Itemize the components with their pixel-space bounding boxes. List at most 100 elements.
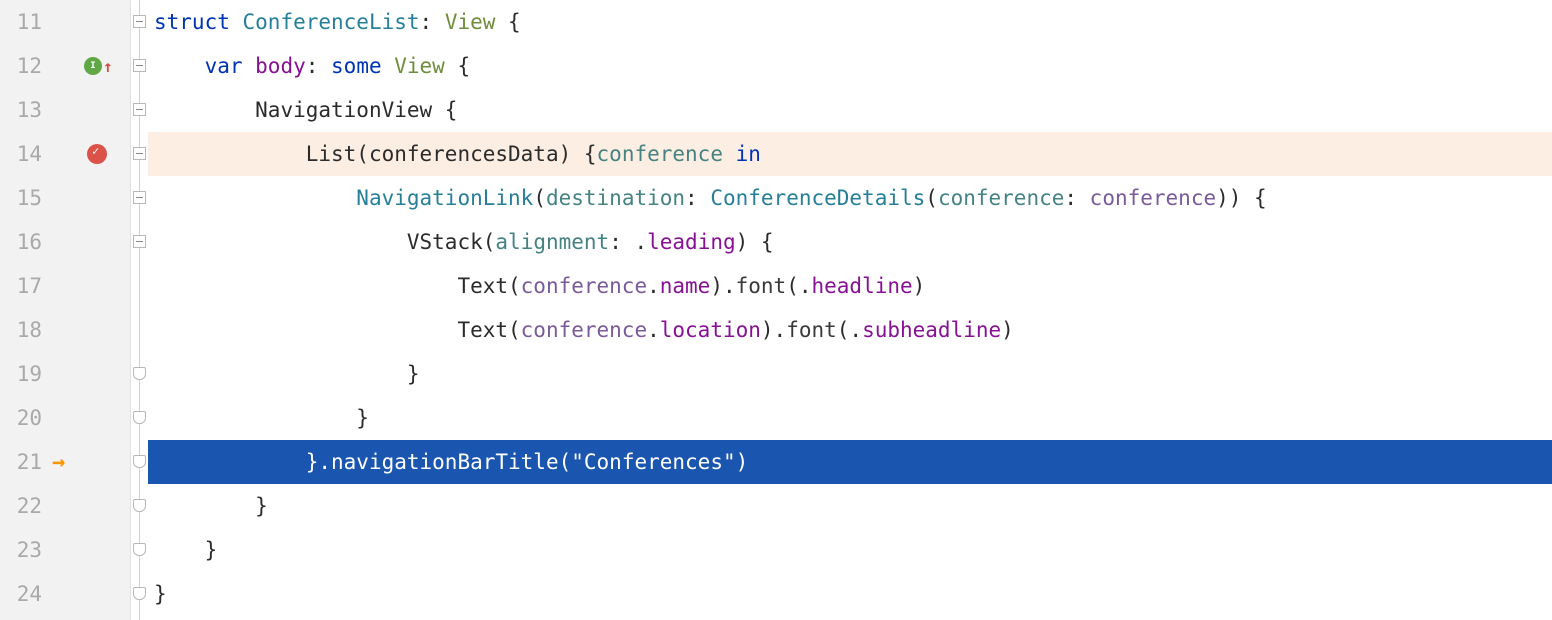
- line-number: 24: [0, 582, 48, 606]
- code-token: struct: [154, 10, 243, 34]
- code-line[interactable]: Text(conference.name).font(.headline): [148, 264, 1552, 308]
- fold-toggle-icon[interactable]: [133, 499, 146, 512]
- fold-toggle-icon[interactable]: [133, 587, 146, 600]
- fold-column: [130, 0, 148, 620]
- code-line[interactable]: }: [148, 572, 1552, 616]
- code-line[interactable]: struct ConferenceList: View {: [148, 0, 1552, 44]
- code-token: ).: [710, 274, 735, 298]
- code-token: }: [356, 406, 369, 430]
- code-line[interactable]: Text(conference.location).font(.subheadl…: [148, 308, 1552, 352]
- code-token: conference: [521, 274, 647, 298]
- code-token: Text(: [457, 274, 520, 298]
- code-token: (: [559, 450, 572, 474]
- code-token: :: [306, 54, 331, 78]
- fold-toggle-icon[interactable]: [133, 15, 146, 28]
- gutter-row[interactable]: 14: [0, 132, 130, 176]
- code-token: headline: [812, 274, 913, 298]
- code-token: var: [205, 54, 256, 78]
- line-number: 22: [0, 494, 48, 518]
- code-line[interactable]: NavigationLink(destination: ConferenceDe…: [148, 176, 1552, 220]
- code-token: conference: [597, 142, 736, 166]
- gutter-row[interactable]: 18: [0, 308, 130, 352]
- code-token: :: [420, 10, 445, 34]
- line-number: 11: [0, 10, 48, 34]
- code-area[interactable]: struct ConferenceList: View { var body: …: [148, 0, 1552, 620]
- line-number: 21: [0, 450, 48, 474]
- fold-toggle-icon[interactable]: [133, 455, 146, 468]
- code-token: ) {: [559, 142, 597, 166]
- code-token: Text(: [457, 318, 520, 342]
- line-number: 19: [0, 362, 48, 386]
- code-token: ConferenceDetails: [710, 186, 925, 210]
- gutter-row[interactable]: 15: [0, 176, 130, 220]
- fold-toggle-icon[interactable]: [133, 191, 146, 204]
- code-token: name: [660, 274, 711, 298]
- gutter-row[interactable]: 12↑: [0, 44, 130, 88]
- gutter-row[interactable]: 22: [0, 484, 130, 528]
- code-token: {: [495, 10, 520, 34]
- code-line[interactable]: var body: some View {: [148, 44, 1552, 88]
- code-token: ) {: [736, 230, 774, 254]
- code-token: }.: [306, 450, 331, 474]
- gutter-row[interactable]: 20: [0, 396, 130, 440]
- gutter-row[interactable]: 24: [0, 572, 130, 616]
- code-token: destination: [546, 186, 685, 210]
- code-token: "Conferences": [571, 450, 735, 474]
- breakpoint-icon[interactable]: [87, 144, 107, 164]
- code-token: ): [913, 274, 926, 298]
- inspection-icon[interactable]: [84, 57, 102, 75]
- code-token: navigationBarTitle: [331, 450, 559, 474]
- code-token: conference: [938, 186, 1064, 210]
- code-line[interactable]: VStack(alignment: .leading) {: [148, 220, 1552, 264]
- code-editor: 11 12↑1314 15 16 17 18 19 20 21→ 22 23 24 struct Co…: [0, 0, 1552, 620]
- line-number: 20: [0, 406, 48, 430]
- gutter-row[interactable]: 23: [0, 528, 130, 572]
- fold-toggle-icon[interactable]: [133, 235, 146, 248]
- line-number: 17: [0, 274, 48, 298]
- gutter: 11 12↑1314 15 16 17 18 19 20 21→ 22 23 24: [0, 0, 130, 620]
- gutter-row[interactable]: 16: [0, 220, 130, 264]
- gutter-row[interactable]: 13: [0, 88, 130, 132]
- code-token: .: [647, 318, 660, 342]
- code-token: View: [394, 54, 445, 78]
- code-token: }: [407, 362, 420, 386]
- gutter-row[interactable]: 17: [0, 264, 130, 308]
- fold-toggle-icon[interactable]: [133, 367, 146, 380]
- code-token: font: [736, 274, 787, 298]
- code-token: NavigationView {: [255, 98, 457, 122]
- line-number: 15: [0, 186, 48, 210]
- code-token: {: [445, 54, 470, 78]
- code-token: conference: [521, 318, 647, 342]
- gutter-row[interactable]: 11: [0, 0, 130, 44]
- code-line[interactable]: List(conferencesData) {conference in: [148, 132, 1552, 176]
- code-line[interactable]: }: [148, 352, 1552, 396]
- gutter-row[interactable]: 21→: [0, 440, 130, 484]
- code-token: conference: [1090, 186, 1216, 210]
- fold-toggle-icon[interactable]: [133, 59, 146, 72]
- code-token: some: [331, 54, 394, 78]
- code-token: :: [1064, 186, 1089, 210]
- code-line[interactable]: }: [148, 484, 1552, 528]
- fold-toggle-icon[interactable]: [133, 411, 146, 424]
- code-token: (: [533, 186, 546, 210]
- code-token: ConferenceList: [243, 10, 420, 34]
- code-token: .: [647, 274, 660, 298]
- code-token: location: [660, 318, 761, 342]
- code-line[interactable]: }.navigationBarTitle("Conferences"): [148, 440, 1552, 484]
- code-token: (.: [786, 274, 811, 298]
- code-token: ): [1001, 318, 1014, 342]
- code-token: body: [255, 54, 306, 78]
- fold-toggle-icon[interactable]: [133, 103, 146, 116]
- fold-toggle-icon[interactable]: [133, 543, 146, 556]
- fold-toggle-icon[interactable]: [133, 147, 146, 160]
- code-line[interactable]: }: [148, 528, 1552, 572]
- code-token: List(: [306, 142, 369, 166]
- code-token: alignment: [495, 230, 609, 254]
- code-line[interactable]: }: [148, 396, 1552, 440]
- gutter-row[interactable]: 19: [0, 352, 130, 396]
- code-line[interactable]: NavigationView {: [148, 88, 1552, 132]
- code-token: conferencesData: [369, 142, 559, 166]
- code-token: ).: [761, 318, 786, 342]
- code-token: subheadline: [862, 318, 1001, 342]
- line-number: 23: [0, 538, 48, 562]
